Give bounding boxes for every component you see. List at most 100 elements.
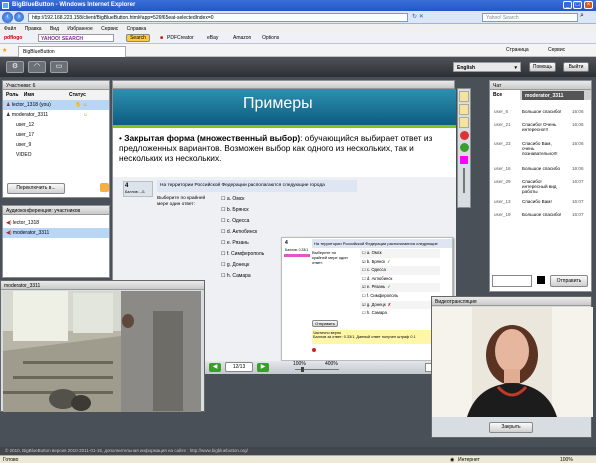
amazon-link[interactable]: Amazon — [233, 35, 251, 41]
quiz1-option[interactable]: ☐ g. Донецк — [218, 260, 278, 271]
video-window-left: moderator_3311 — [0, 280, 205, 412]
screen-share-icon[interactable]: ▭ — [50, 61, 68, 73]
quiz2-option[interactable]: ☐ d. Актюбинск — [360, 274, 440, 284]
page-indicator[interactable]: 12/13 — [225, 362, 253, 372]
pdf-logo[interactable]: pdflogo — [4, 35, 22, 41]
raise-hand-icon[interactable] — [100, 183, 109, 192]
participant-name: VIDEO — [16, 152, 32, 158]
url-field[interactable]: http://192.168.223.158/client/BigBlueBut… — [28, 13, 408, 22]
switch-presenter-button[interactable]: Переключить в... — [7, 183, 65, 194]
undo-icon[interactable] — [460, 131, 469, 140]
menu-tools[interactable]: Сервис — [101, 26, 118, 32]
option-label: e. Рязань — [366, 284, 386, 290]
whiteboard-toolbar — [457, 88, 471, 208]
quiz1-option[interactable]: ☐ f. Симферополь — [218, 249, 278, 260]
menu-file[interactable]: Файл — [4, 26, 16, 32]
ebay-link[interactable]: eBay — [207, 35, 218, 41]
tab-bigbluebutton[interactable]: BigBlueButton — [18, 46, 126, 57]
menu-favorites[interactable]: Избранное — [67, 26, 92, 32]
pdfcreator-link[interactable]: PDFCreator — [167, 35, 194, 41]
option-label: b. Брянск — [226, 207, 249, 213]
chat-text: Большое спасибо — [522, 166, 561, 171]
quiz2-option[interactable]: ☐ a. Омск — [360, 249, 440, 258]
zoom-slider-thumb[interactable] — [301, 367, 304, 372]
language-select[interactable]: English ▾ — [453, 62, 521, 72]
menu-edit[interactable]: Правка — [25, 26, 42, 32]
quiz2-option[interactable]: ☑ b. Брянск ✓ — [360, 257, 440, 267]
forward-icon[interactable]: › — [14, 12, 24, 22]
prev-slide-button[interactable]: ◀ — [209, 363, 221, 372]
exit-button[interactable]: Выйти — [563, 62, 589, 72]
quiz1-option[interactable]: ☐ d. Актюбинск — [218, 227, 278, 238]
video-left-title: moderator_3311 — [1, 281, 204, 290]
favorites-star-icon[interactable]: ★ — [2, 47, 7, 54]
chat-input[interactable] — [492, 275, 532, 287]
thickness-slider[interactable] — [463, 168, 465, 193]
settings-icon[interactable]: ⚙ — [6, 61, 24, 73]
participant-row[interactable]: ♟ moderator_3311 ☺ — [3, 110, 109, 120]
tab-all[interactable]: Все — [490, 90, 520, 100]
quiz1-option[interactable]: ☐ c. Одесса — [218, 216, 278, 227]
quiz2-submit-button[interactable]: Отправить — [312, 320, 338, 327]
participant-row[interactable]: user_17 — [3, 130, 109, 140]
chat-color-picker[interactable] — [537, 276, 545, 284]
quiz2-option[interactable]: ☐ f. Симферополь — [360, 291, 440, 301]
quiz1-option[interactable]: ☐ a. Омск — [218, 194, 278, 205]
participant-row[interactable]: ♟ lector_1318 (you) ✋ ☺ — [3, 100, 109, 110]
next-slide-button[interactable]: ▶ — [257, 363, 269, 372]
quiz2-card: 4 Баллов: 0.33/1 На территории Российско… — [281, 237, 453, 361]
status-icon: ✋ ☺ — [75, 102, 88, 108]
search-input[interactable]: Yahoo! Search — [482, 13, 578, 22]
menu-view[interactable]: Вид — [50, 26, 59, 32]
participant-name: moderator_3311 — [11, 112, 49, 118]
quiz2-question: На территории Российской Федерации распо… — [312, 239, 452, 248]
quiz1-option[interactable]: ☐ e. Рязань — [218, 238, 278, 249]
quiz1-option[interactable]: ☐ b. Брянск — [218, 205, 278, 216]
quiz1-option[interactable]: ☐ h. Самара — [218, 271, 278, 282]
speaker-icon: ◀) — [6, 220, 12, 226]
slide-bullet: • Закрытая форма (множественный выбор): … — [119, 133, 449, 163]
classroom-video — [3, 291, 201, 412]
quiz2-points: Баллов: 0.33/1 — [285, 248, 309, 252]
close-button[interactable]: × — [584, 1, 593, 9]
participant-row[interactable]: user_12 — [3, 120, 109, 130]
slide-accent-bar — [113, 125, 456, 128]
minimize-button[interactable]: _ — [563, 1, 572, 9]
close-video-button[interactable]: Закрыть — [489, 422, 533, 433]
zoom-level[interactable]: 100% — [560, 457, 573, 463]
pencil-tool-icon[interactable] — [459, 91, 469, 102]
tab-moderator[interactable]: moderator_3311 — [522, 91, 584, 100]
help-button[interactable]: Помощь — [529, 62, 556, 72]
quiz2-option[interactable]: ☐ c. Одесса — [360, 266, 440, 275]
quiz2-number: 4 — [285, 240, 288, 246]
headset-icon[interactable]: ◠ — [28, 61, 46, 73]
refresh-icon[interactable]: ↻ ✕ — [412, 13, 424, 20]
slide-header: Примеры — [113, 89, 456, 125]
chat-time: 16:06 — [572, 122, 584, 127]
chat-send-button[interactable]: Отправить — [550, 275, 588, 287]
quiz2-option[interactable]: ☑ e. Рязань ✓ — [360, 283, 440, 292]
color-picker[interactable] — [460, 156, 468, 164]
bullet-dot: • — [119, 133, 122, 143]
maximize-button[interactable]: □ — [573, 1, 582, 9]
options-link[interactable]: Options — [262, 35, 279, 41]
participant-row[interactable]: VIDEO — [3, 150, 109, 160]
yahoo-search-box[interactable]: YAHOO! SEARCH — [38, 34, 114, 42]
chat-message: user_21 Спасибо! Очень интересно!!! 16:0… — [492, 122, 588, 141]
ellipse-tool-icon[interactable] — [459, 117, 469, 128]
quiz2-option[interactable]: ☐ h. Самара — [360, 309, 440, 318]
participant-row[interactable]: user_9 — [3, 140, 109, 150]
back-icon[interactable]: ‹ — [2, 12, 13, 23]
col-name: Имя — [23, 92, 34, 98]
audio-row[interactable]: ◀) moderator_3311 — [3, 228, 109, 238]
page-menu[interactable]: Страница — [506, 47, 529, 53]
chat-time: 16:07 — [572, 212, 584, 217]
rectangle-tool-icon[interactable] — [459, 104, 469, 115]
audio-row[interactable]: ◀) lector_1318 — [3, 218, 109, 228]
search-button[interactable]: Search — [126, 34, 150, 42]
clear-icon[interactable] — [460, 143, 469, 152]
quiz2-option[interactable]: ☑ g. Донецк ✗ — [360, 300, 440, 310]
search-icon[interactable]: ⌕ — [580, 12, 584, 20]
menu-help[interactable]: Справка — [127, 26, 147, 32]
tools-menu[interactable]: Сервис — [548, 47, 565, 53]
